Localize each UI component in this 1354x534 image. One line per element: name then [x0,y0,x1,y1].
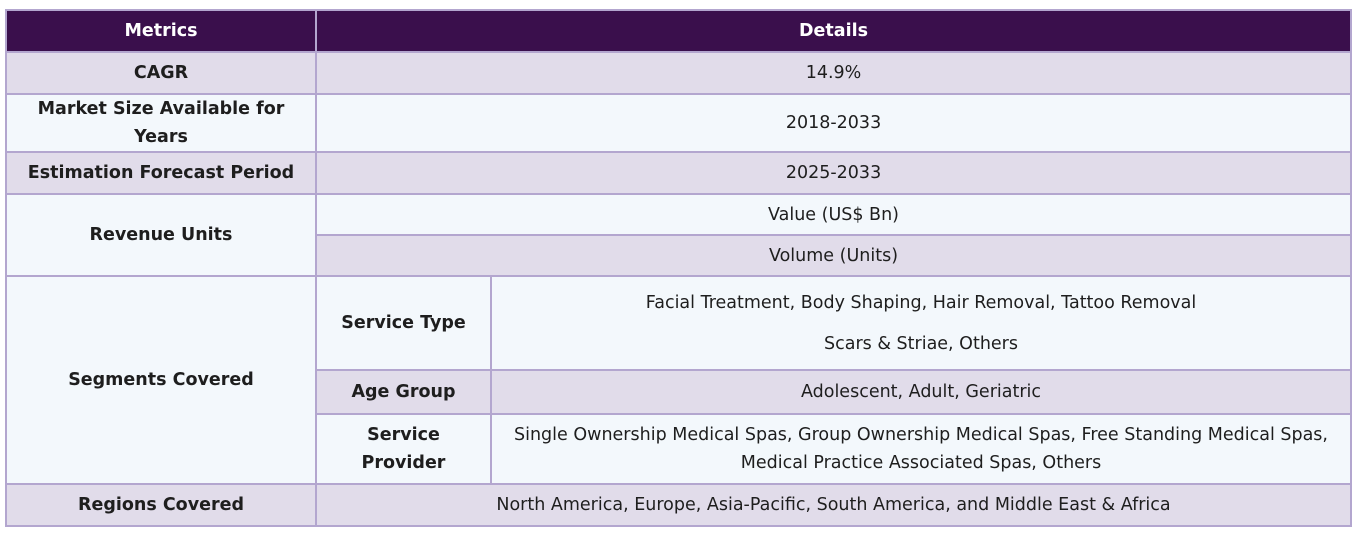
service-type-label: Service Type [315,275,492,371]
service-provider-line-1: Single Ownership Medical Spas, Group Own… [514,425,1328,445]
header-details: Details [314,9,1353,53]
age-group-value: Adolescent, Adult, Geriatric [489,369,1353,415]
age-group-label: Age Group [315,369,492,415]
table-row: Revenue Units Value (US$ Bn) [5,193,1353,277]
service-type-value: Facial Treatment, Body Shaping, Hair Rem… [489,275,1353,371]
forecast-label: Estimation Forecast Period [5,151,317,195]
service-provider-line-2: Medical Practice Associated Spas, Others [740,453,1102,473]
line-spacer [500,317,1342,330]
cagr-label: CAGR [5,51,317,95]
service-type-line-2: Scars & Striae, Others [824,333,1018,354]
revenue-units-value-1: Value (US$ Bn) [314,193,1353,236]
table-row: Segments Covered Service Type Facial Tre… [5,275,1353,485]
service-provider-value: Single Ownership Medical Spas, Group Own… [489,413,1353,485]
cagr-value: 14.9% [314,51,1353,95]
table-row: CAGR 14.9% [5,51,1353,95]
table-row: Regions Covered North America, Europe, A… [5,483,1353,527]
header-metrics: Metrics [5,9,317,53]
header-row: Metrics Details [5,9,1353,53]
forecast-value: 2025-2033 [314,151,1353,195]
market-size-label: Market Size Available for Years [5,93,317,153]
segments-label: Segments Covered [5,275,317,485]
metrics-table-container: Metrics Details CAGR 14.9% Market Size A… [5,9,1353,527]
service-type-line-1: Facial Treatment, Body Shaping, Hair Rem… [645,292,1197,313]
metrics-table: Metrics Details CAGR 14.9% Market Size A… [5,9,1353,527]
regions-label: Regions Covered [5,483,317,527]
market-size-value: 2018-2033 [314,93,1353,153]
table-row: Market Size Available for Years 2018-203… [5,93,1353,153]
table-row: Estimation Forecast Period 2025-2033 [5,151,1353,195]
revenue-units-value-2: Volume (Units) [314,234,1353,277]
regions-value: North America, Europe, Asia-Pacific, Sou… [314,483,1353,527]
revenue-units-label: Revenue Units [5,193,317,277]
service-provider-label: Service Provider [315,413,492,485]
